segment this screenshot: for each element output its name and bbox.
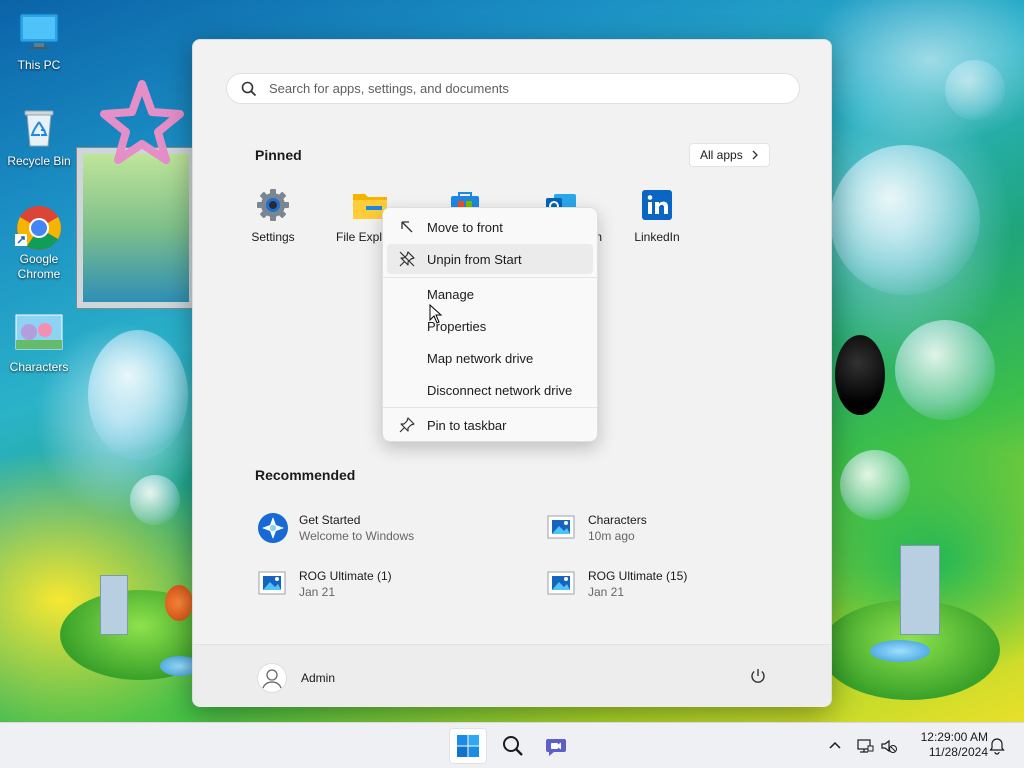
image-thumbnail-icon: [15, 312, 63, 356]
image-file-icon: [257, 568, 287, 598]
chat-icon: [546, 739, 566, 756]
recommended-item-rog-ultimate-15[interactable]: ROG Ultimate (15) Jan 21: [546, 568, 687, 600]
arrow-up-left-icon: [401, 221, 413, 233]
recommended-subtitle: Jan 21: [299, 585, 336, 599]
pond-decoration: [870, 640, 930, 662]
search-icon: [241, 81, 257, 96]
menu-separator: [383, 407, 597, 408]
search-taskbar-button[interactable]: [494, 728, 532, 764]
system-clock[interactable]: 12:29:00 AM 11/28/2024: [906, 730, 988, 760]
menu-item-disconnect-network-drive[interactable]: Disconnect network drive: [387, 375, 593, 405]
fish-decoration: [165, 585, 193, 621]
recommended-item-get-started[interactable]: Get Started Welcome to Windows: [257, 512, 414, 544]
desktop-icon-this-pc[interactable]: This PC: [1, 10, 77, 72]
bubble-decoration: [830, 145, 980, 295]
bubble-decoration: [88, 330, 188, 460]
desktop-icon-characters[interactable]: Characters: [1, 312, 77, 374]
desktop-icon-recycle-bin[interactable]: Recycle Bin: [1, 106, 77, 168]
context-menu: Move to front Unpin from Start Manage Pr…: [382, 207, 598, 442]
picture-frame-decoration: [77, 148, 195, 308]
file-explorer-icon: [352, 188, 387, 222]
recommended-subtitle: Welcome to Windows: [299, 529, 415, 543]
menu-item-move-to-front[interactable]: Move to front: [387, 212, 593, 242]
recycle-bin-icon: [17, 106, 61, 150]
chevron-up-icon[interactable]: [826, 737, 844, 755]
taskbar: 12:29:00 AM 11/28/2024: [0, 722, 1024, 768]
building-decoration: [100, 575, 128, 635]
get-started-icon: [257, 512, 288, 543]
menu-item-properties[interactable]: Properties: [387, 311, 593, 341]
notification-bell-icon[interactable]: [988, 737, 1006, 755]
user-avatar-icon: [257, 663, 287, 693]
all-apps-label: All apps: [700, 148, 743, 162]
pin-icon: [399, 417, 415, 433]
recommended-title: ROG Ultimate (1): [299, 569, 392, 583]
desktop-icon-label: This PC: [17, 58, 61, 72]
settings-icon: [256, 188, 290, 222]
power-icon[interactable]: [749, 667, 767, 685]
search-box[interactable]: [226, 73, 800, 104]
search-input[interactable]: [269, 81, 769, 96]
recommended-item-characters[interactable]: Characters 10m ago: [546, 512, 647, 544]
menu-item-label: Disconnect network drive: [427, 382, 573, 398]
recommended-item-rog-ultimate-1[interactable]: ROG Ultimate (1) Jan 21: [257, 568, 392, 600]
start-footer: Admin: [193, 644, 831, 707]
clock-time: 12:29:00 AM: [920, 730, 988, 744]
clock-date: 11/28/2024: [928, 745, 988, 759]
pinned-app-linkedin[interactable]: LinkedIn: [612, 188, 702, 244]
recommended-subtitle: 10m ago: [588, 529, 635, 543]
menu-item-label: Move to front: [427, 219, 503, 235]
image-file-icon: [546, 512, 576, 542]
menu-item-label: Unpin from Start: [427, 251, 522, 267]
building-decoration: [900, 545, 940, 635]
chrome-icon: [15, 204, 61, 250]
orca-decoration: [835, 335, 885, 415]
menu-item-map-network-drive[interactable]: Map network drive: [387, 343, 593, 373]
teams-chat-button[interactable]: [537, 728, 575, 764]
desktop-icon-label: Recycle Bin: [7, 154, 71, 168]
menu-item-label: Manage: [427, 286, 474, 302]
pinned-app-label: LinkedIn: [634, 230, 680, 244]
bubble-decoration: [945, 60, 1005, 120]
desktop-icon-google-chrome[interactable]: Google Chrome: [1, 204, 77, 282]
recommended-heading: Recommended: [255, 467, 356, 483]
menu-item-unpin-from-start[interactable]: Unpin from Start: [387, 244, 593, 274]
user-account-button[interactable]: Admin: [257, 663, 335, 693]
menu-separator: [383, 277, 597, 278]
mouse-cursor-icon: [429, 304, 443, 324]
image-file-icon: [546, 568, 576, 598]
pinned-heading: Pinned: [255, 147, 302, 163]
recommended-title: Characters: [588, 513, 647, 527]
menu-item-label: Map network drive: [427, 350, 534, 366]
search-icon: [503, 736, 523, 756]
user-name: Admin: [301, 671, 336, 685]
pinned-app-settings[interactable]: Settings: [228, 188, 318, 244]
monitor-icon: [17, 10, 61, 54]
star-decoration: [100, 80, 184, 164]
desktop-icon-label: Google Chrome: [17, 252, 61, 281]
recommended-title: ROG Ultimate (15): [588, 569, 688, 583]
menu-item-label: Pin to taskbar: [427, 417, 507, 433]
network-icon[interactable]: [856, 737, 874, 755]
recommended-title: Get Started: [299, 513, 361, 527]
unpin-icon: [399, 251, 415, 267]
windows-logo-icon: [457, 735, 479, 757]
recommended-subtitle: Jan 21: [588, 585, 625, 599]
all-apps-button[interactable]: All apps: [689, 143, 770, 167]
pinned-app-label: Settings: [251, 230, 295, 244]
desktop-icon-label: Characters: [9, 360, 69, 374]
menu-item-manage[interactable]: Manage: [387, 279, 593, 309]
volume-muted-icon[interactable]: [880, 737, 898, 755]
start-button[interactable]: [449, 728, 487, 764]
menu-item-pin-to-taskbar[interactable]: Pin to taskbar: [387, 410, 593, 440]
bubble-decoration: [840, 450, 910, 520]
chevron-right-icon: [752, 150, 758, 160]
bubble-decoration: [130, 475, 180, 525]
bubble-decoration: [895, 320, 995, 420]
linkedin-icon: [640, 188, 674, 222]
